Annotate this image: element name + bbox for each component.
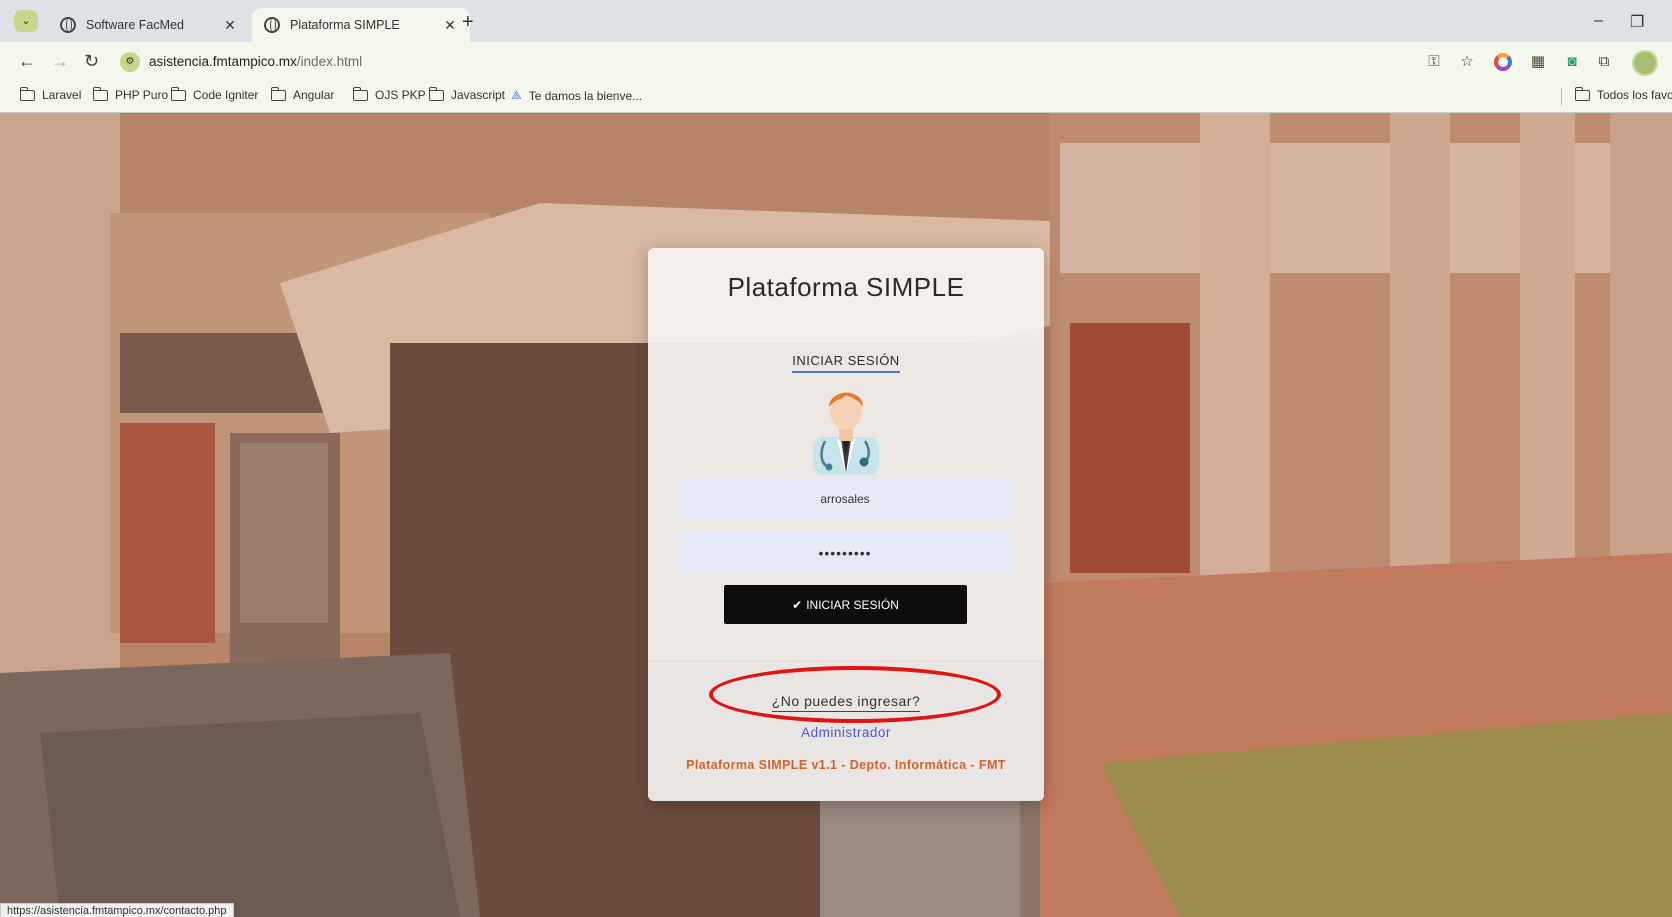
bookmark-star-icon[interactable]: ☆	[1457, 52, 1477, 72]
extension-green-icon[interactable]: ◙	[1562, 52, 1582, 72]
page-title: Plataforma SIMPLE	[727, 272, 965, 302]
folder-icon	[428, 86, 444, 101]
url-path: /index.html	[296, 54, 363, 69]
bookmark-welcome[interactable]: ⟁ Te damos la bienve...	[511, 88, 642, 103]
tab-plataforma-simple[interactable]: Plataforma SIMPLE ✕	[252, 8, 470, 42]
bookmarks-bar: Laravel PHP Puro Code Igniter Angular OJ…	[0, 82, 1672, 113]
site-settings-icon[interactable]: ⚙	[120, 52, 140, 72]
folder-icon	[92, 86, 108, 101]
status-url-preview: https://asistencia.fmtampico.mx/contacto…	[0, 903, 234, 917]
administrator-link[interactable]: Administrador	[648, 725, 1044, 740]
tab-title: Software FacMed	[86, 18, 184, 32]
highlight-ellipse	[709, 666, 1001, 723]
checkmark-icon: ✔	[792, 597, 803, 612]
globe-icon	[264, 17, 280, 33]
restore-window-icon[interactable]: ❐	[1630, 12, 1644, 32]
extensions-puzzle-icon[interactable]: ⧉	[1594, 52, 1614, 72]
folder-icon	[352, 86, 368, 101]
doctor-avatar-icon	[813, 392, 879, 475]
profile-avatar[interactable]	[1632, 50, 1658, 76]
close-tab-icon[interactable]: ✕	[222, 17, 238, 34]
extension-circle-icon[interactable]	[1494, 53, 1512, 71]
bookmark-label: Code Igniter	[193, 88, 259, 102]
bookmark-label: Angular	[293, 88, 335, 102]
minimize-icon[interactable]: –	[1594, 12, 1603, 30]
close-tab-icon[interactable]: ✕	[442, 17, 458, 34]
login-section-heading-text: INICIAR SESIÓN	[792, 353, 900, 373]
bookmark-label: OJS PKP	[375, 88, 426, 102]
folder-icon	[270, 86, 286, 101]
folder-icon	[19, 86, 35, 101]
bookmark-javascript[interactable]: Javascript	[428, 86, 506, 102]
bookmarks-divider	[1561, 88, 1562, 106]
folder-icon	[170, 86, 186, 101]
tab-search-chevron-icon[interactable]: ⌄	[14, 10, 38, 32]
new-tab-icon[interactable]: +	[462, 12, 474, 32]
login-submit-label: INICIAR SESIÓN	[806, 597, 899, 612]
bookmark-angular[interactable]: Angular	[270, 86, 335, 102]
bookmark-laravel[interactable]: Laravel	[19, 86, 82, 102]
bookmark-label: PHP Puro	[115, 88, 169, 102]
login-submit-button[interactable]: ✔ INICIAR SESIÓN	[724, 585, 967, 624]
bookmark-all-favorites[interactable]: Todos los favori	[1574, 86, 1672, 102]
tab-software-facmed[interactable]: Software FacMed ✕	[48, 8, 250, 42]
login-section-heading: INICIAR SESIÓN	[648, 353, 1044, 373]
footer-credit: Plataforma SIMPLE v1.1 - Depto. Informát…	[686, 758, 1006, 772]
bookmark-code-igniter[interactable]: Code Igniter	[170, 86, 259, 102]
folder-icon	[1574, 86, 1590, 101]
back-arrow-icon[interactable]: ←	[18, 51, 36, 72]
bookmark-label: Laravel	[42, 88, 82, 102]
password-key-icon[interactable]: ⚿	[1424, 52, 1444, 72]
globe-icon	[60, 17, 76, 33]
reload-icon[interactable]: ↻	[84, 51, 99, 72]
forward-arrow-icon[interactable]: →	[51, 51, 69, 72]
username-field[interactable]	[677, 477, 1013, 520]
tab-title: Plataforma SIMPLE	[290, 18, 400, 32]
bookmark-label: Javascript	[451, 88, 506, 102]
extension-grid-icon[interactable]: ▦	[1528, 52, 1548, 72]
tab-strip: ⌄ Software FacMed ✕ Plataforma SIMPLE ✕ …	[0, 0, 1672, 42]
bookmark-label: Todos los favori	[1597, 88, 1672, 102]
url-host: asistencia.fmtampico.mx	[149, 54, 297, 69]
bookmark-ojs-pkp[interactable]: OJS PKP	[352, 86, 426, 102]
bookmark-label: Te damos la bienve...	[528, 88, 643, 103]
bookmark-php-puro[interactable]: PHP Puro	[92, 86, 169, 102]
browser-toolbar: ← → ↻ ⚙ asistencia.fmtampico.mx/index.ht…	[0, 42, 1672, 82]
address-bar[interactable]: asistencia.fmtampico.mx/index.html	[149, 54, 362, 69]
edge-icon: ⟁	[511, 88, 522, 102]
password-field[interactable]	[677, 531, 1013, 574]
